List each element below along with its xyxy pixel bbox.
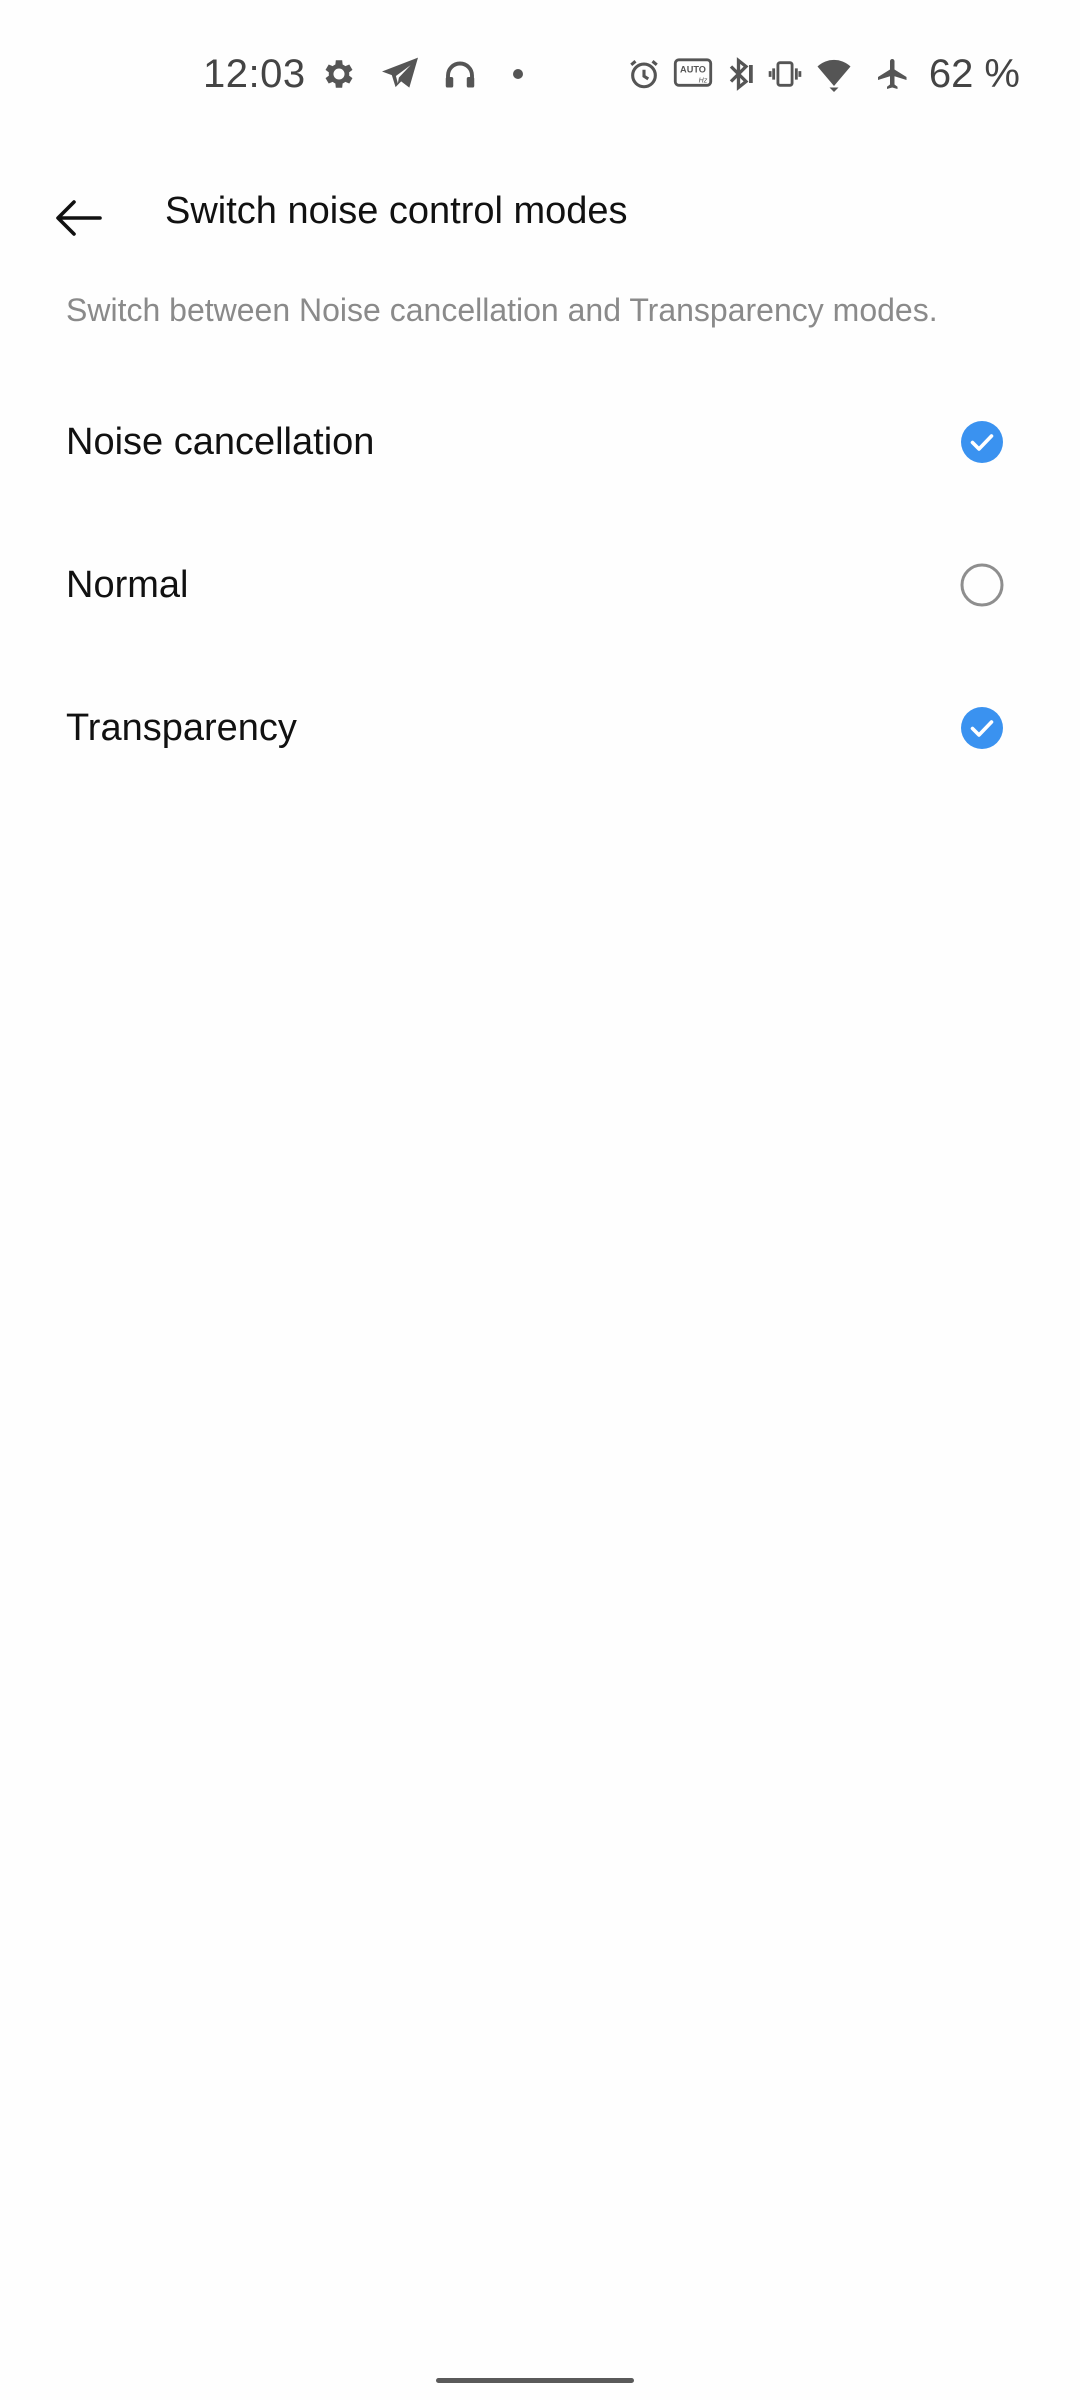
headphones-icon <box>442 56 478 92</box>
option-label: Transparency <box>66 706 297 749</box>
option-label: Noise cancellation <box>66 420 375 463</box>
option-normal[interactable]: Normal <box>0 515 1080 655</box>
back-button[interactable] <box>40 180 116 256</box>
page-description: Switch between Noise cancellation and Tr… <box>66 292 938 328</box>
option-label: Normal <box>66 563 189 606</box>
checked-circle-icon[interactable] <box>960 706 1004 750</box>
checked-circle-icon[interactable] <box>960 420 1004 464</box>
unchecked-circle-icon[interactable] <box>960 563 1004 607</box>
option-noise-cancellation[interactable]: Noise cancellation <box>0 372 1080 512</box>
vibrate-icon <box>767 57 803 91</box>
status-bar: 12:03 AUTO Hz 62 % <box>0 0 1080 150</box>
telegram-icon <box>380 56 420 92</box>
arrow-left-icon <box>56 200 102 236</box>
page-title: Switch noise control modes <box>165 190 628 232</box>
status-bar-right: AUTO Hz 62 % <box>627 46 1020 102</box>
airplane-icon <box>875 56 911 92</box>
battery-percentage: 62 % <box>928 51 1020 96</box>
home-indicator[interactable] <box>436 2378 634 2383</box>
app-bar: Switch noise control modes <box>0 150 1080 290</box>
alarm-icon <box>627 57 661 91</box>
auto-hz-icon: AUTO Hz <box>673 57 713 91</box>
status-time: 12:03 <box>203 51 306 96</box>
bluetooth-icon <box>725 56 755 92</box>
status-bar-left: 12:03 <box>203 46 524 102</box>
option-transparency[interactable]: Transparency <box>0 658 1080 798</box>
dot-icon <box>512 68 524 80</box>
wifi-icon <box>815 56 853 92</box>
svg-text:Hz: Hz <box>698 77 707 85</box>
svg-text:AUTO: AUTO <box>680 65 706 75</box>
gear-icon <box>320 55 358 93</box>
